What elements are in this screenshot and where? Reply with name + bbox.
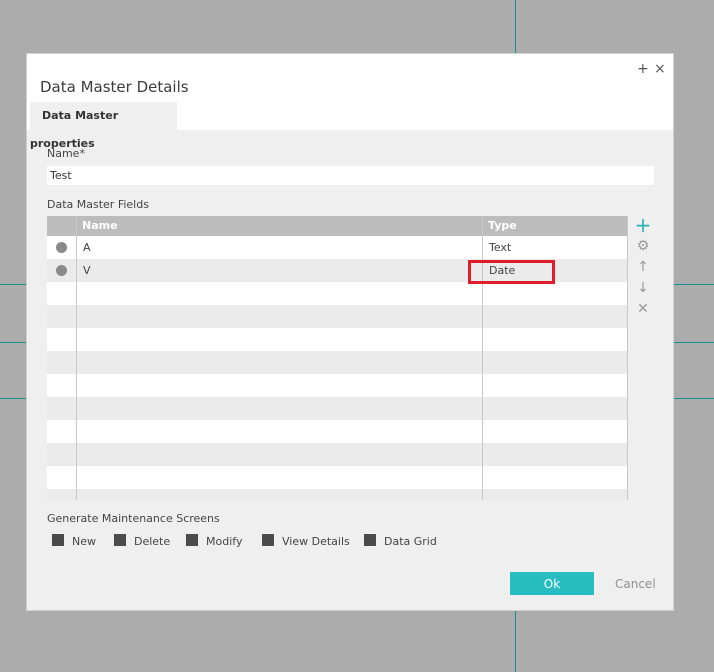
empty-row (47, 305, 628, 328)
empty-row (47, 397, 628, 420)
column-header-type[interactable]: Type (488, 219, 517, 232)
dialog-title: Data Master Details (40, 78, 189, 96)
settings-gear-icon[interactable]: ⚙ (634, 237, 652, 255)
empty-row (47, 420, 628, 443)
guide-line-horizontal (0, 284, 26, 285)
checkbox-box[interactable] (186, 534, 198, 546)
checkbox-box[interactable] (262, 534, 274, 546)
data-master-dialog: Data Master Details + × Data Master prop… (26, 53, 674, 611)
row-handle-icon[interactable] (56, 242, 67, 253)
guide-line-horizontal (674, 284, 714, 285)
column-divider (482, 216, 483, 500)
cancel-button[interactable]: Cancel (615, 577, 656, 591)
empty-row (47, 374, 628, 397)
checkbox-label: New (72, 535, 96, 548)
guide-line-vertical (515, 0, 516, 53)
checkbox-label: Modify (206, 535, 243, 548)
guide-line-horizontal (0, 342, 26, 343)
fields-grid: Name Type A Text V Date (47, 216, 628, 500)
column-divider (76, 216, 77, 500)
column-header-name[interactable]: Name (82, 219, 118, 232)
maintenance-label: Generate Maintenance Screens (47, 512, 220, 525)
guide-line-horizontal (0, 398, 26, 399)
checkbox-label: View Details (282, 535, 350, 548)
empty-row (47, 328, 628, 351)
column-divider (627, 216, 628, 500)
name-input[interactable] (47, 166, 654, 185)
field-type-cell[interactable]: Text (489, 241, 511, 254)
close-icon[interactable]: × (654, 62, 666, 76)
empty-row (47, 466, 628, 489)
empty-row (47, 282, 628, 305)
checkbox-label: Data Grid (384, 535, 437, 548)
table-row[interactable]: A Text (47, 236, 628, 259)
delete-field-icon[interactable]: ✕ (634, 300, 652, 318)
row-handle-icon[interactable] (56, 265, 67, 276)
checkbox-box[interactable] (364, 534, 376, 546)
fields-label: Data Master Fields (47, 198, 149, 211)
move-down-icon[interactable]: ↓ (634, 279, 652, 297)
checkbox-box[interactable] (114, 534, 126, 546)
empty-row (47, 489, 628, 500)
move-up-icon[interactable]: ↑ (634, 258, 652, 276)
field-name-cell[interactable]: A (83, 241, 91, 254)
highlight-box (468, 260, 555, 284)
guide-line-horizontal (674, 398, 714, 399)
guide-line-vertical (515, 611, 516, 672)
checkbox-box[interactable] (52, 534, 64, 546)
add-icon[interactable]: + (637, 62, 649, 76)
name-label: Name* (47, 147, 85, 160)
tab-data-master-properties[interactable]: Data Master properties (30, 102, 177, 150)
empty-row (47, 443, 628, 466)
grid-header: Name Type (47, 216, 628, 236)
guide-line-horizontal (674, 342, 714, 343)
ok-button[interactable]: Ok (510, 572, 594, 595)
checkbox-label: Delete (134, 535, 171, 548)
empty-row (47, 351, 628, 374)
add-field-icon[interactable]: + (634, 215, 652, 235)
dialog-header: Data Master Details + × Data Master prop… (27, 54, 673, 150)
field-name-cell[interactable]: V (83, 264, 91, 277)
